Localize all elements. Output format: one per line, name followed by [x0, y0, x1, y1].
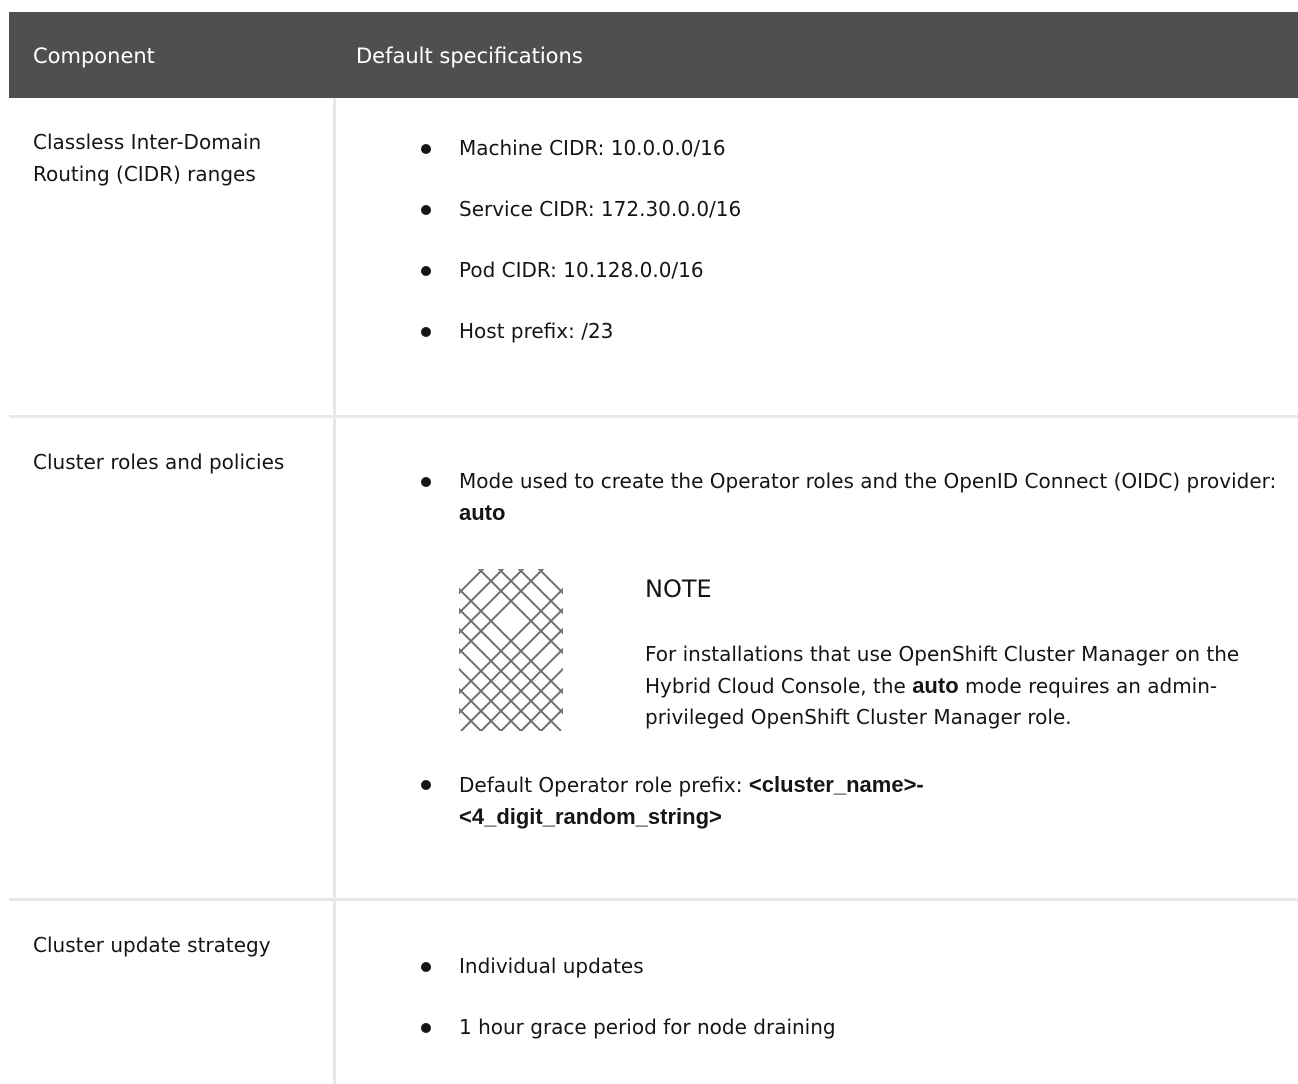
bullet-icon [421, 266, 431, 276]
header-component: Component [33, 44, 155, 68]
table-row: Cluster roles and policies Mode used to … [9, 418, 1298, 901]
list-item: Machine CIDR: 10.0.0.0/16 [421, 133, 1281, 164]
note-body-bold: auto [912, 673, 959, 698]
bullet-icon [421, 1023, 431, 1033]
list-item-text: Host prefix: /23 [459, 319, 614, 343]
bullet-icon [421, 205, 431, 215]
list-item: Pod CIDR: 10.128.0.0/16 [421, 255, 1281, 286]
list-item-text: 1 hour grace period for node draining [459, 1015, 836, 1039]
note-body: For installations that use OpenShift Clu… [645, 639, 1298, 733]
list-item: Mode used to create the Operator roles a… [421, 466, 1281, 529]
spec-list: Mode used to create the Operator roles a… [421, 466, 1281, 833]
spec-list: Individual updates 1 hour grace period f… [421, 951, 1281, 1073]
column-divider [333, 98, 336, 415]
component-cell: Cluster roles and policies [33, 450, 285, 474]
table-row: Classless Inter-Domain Routing (CIDR) ra… [9, 98, 1298, 418]
list-item-text: Individual updates [459, 954, 644, 978]
prefix-value-line1: <cluster_name>- [748, 772, 924, 797]
component-cell: Cluster update strategy [33, 933, 271, 957]
list-item-text: Service CIDR: 172.30.0.0/16 [459, 197, 742, 221]
note-admonition: NOTE For installations that use OpenShif… [459, 569, 1281, 731]
table-header: Component Default specifications [9, 12, 1298, 98]
bullet-icon [421, 962, 431, 972]
bullet-icon [421, 144, 431, 154]
column-divider [333, 418, 336, 898]
mode-value: auto [459, 500, 506, 525]
list-item-text: Machine CIDR: 10.0.0.0/16 [459, 136, 726, 160]
bullet-icon [421, 327, 431, 337]
header-default-specifications: Default specifications [356, 44, 583, 68]
bullet-icon [421, 477, 431, 487]
list-item: Default Operator role prefix: <cluster_n… [421, 769, 1281, 833]
list-item: Host prefix: /23 [421, 316, 1281, 347]
table-row: Cluster update strategy Individual updat… [9, 901, 1298, 1084]
bullet-icon [421, 780, 431, 790]
list-item: Service CIDR: 172.30.0.0/16 [421, 194, 1281, 225]
list-item-text: Pod CIDR: 10.128.0.0/16 [459, 258, 704, 282]
spec-list: Machine CIDR: 10.0.0.0/16 Service CIDR: … [421, 133, 1281, 377]
prefix-text: Default Operator role prefix: [459, 773, 749, 797]
prefix-value-line2: <4_digit_random_string> [459, 804, 722, 829]
list-item: 1 hour grace period for node draining [421, 1012, 1281, 1043]
default-specifications-table: Component Default specifications Classle… [9, 12, 1298, 1084]
column-divider [333, 901, 336, 1084]
list-item: Individual updates [421, 951, 1281, 982]
component-cell: Classless Inter-Domain Routing (CIDR) ra… [33, 130, 262, 186]
note-title: NOTE [645, 575, 712, 603]
note-icon [459, 569, 563, 731]
mode-text: Mode used to create the Operator roles a… [459, 469, 1277, 493]
